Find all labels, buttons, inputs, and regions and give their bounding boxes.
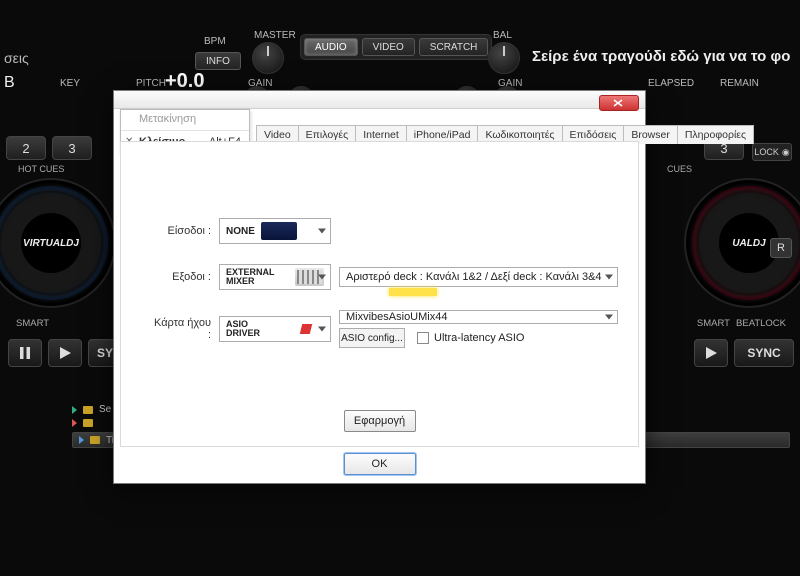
outputs-combo[interactable]: EXTERNAL MIXER [219, 264, 331, 290]
hotcue-2[interactable]: 2 [6, 136, 46, 160]
smart-right-label: SMART [697, 318, 730, 329]
hotcue-3[interactable]: 3 [52, 136, 92, 160]
hotcue-row-left: 2 3 [6, 136, 92, 160]
arrow-icon [72, 406, 77, 414]
chevron-down-icon [318, 229, 326, 234]
smart-left-label: SMART [16, 318, 49, 329]
settings-dialog: Μετακίνηση ✕ Κλείσιμο Alt+F4 Video Επιλο… [113, 90, 646, 484]
play-button-left[interactable] [48, 339, 82, 367]
chevron-down-icon [318, 327, 326, 332]
apply-button[interactable]: Εφαρμογή [344, 410, 416, 432]
balance-knob[interactable] [488, 42, 520, 74]
drag-track-message: Σείρε ένα τραγούδι εδώ για να το φο [532, 48, 796, 65]
arrow-icon [72, 419, 77, 427]
audio-tab[interactable]: AUDIO [304, 38, 358, 56]
sysmenu-move[interactable]: Μετακίνηση [121, 110, 249, 128]
inputs-row: Είσοδοι : NONE [151, 218, 618, 244]
browser-row-1[interactable]: Se [72, 404, 111, 415]
outputs-label: Εξοδοι : [151, 271, 211, 283]
cues-right-label: CUES [667, 164, 692, 174]
scratch-tab[interactable]: SCRATCH [419, 38, 489, 56]
tab-info[interactable]: Πληροφορίες [677, 125, 754, 144]
pitch-label: PITCH [136, 78, 166, 89]
soundcard-combo[interactable]: ASIO DRIVER [219, 316, 331, 342]
ok-button[interactable]: OK [344, 453, 416, 475]
folder-icon [90, 436, 100, 444]
browser-row-2[interactable] [72, 419, 111, 427]
bal-label: BAL [493, 30, 512, 41]
menu-separator [121, 130, 249, 131]
r-button[interactable]: R [770, 238, 792, 258]
close-button[interactable] [599, 95, 639, 111]
browser-tree: Se [72, 404, 111, 427]
chevron-down-icon [318, 275, 326, 280]
jog-wheel-left[interactable]: VIRTUALDJ [0, 178, 116, 308]
hotcues-label: HOT CUES [18, 164, 64, 174]
soundcard-label: Κάρτα ήχου : [151, 317, 211, 341]
master-label: MASTER [254, 30, 296, 41]
ultra-latency-checkbox[interactable] [417, 332, 429, 344]
video-tab[interactable]: VIDEO [362, 38, 415, 56]
pause-button-left[interactable] [8, 339, 42, 367]
folder-icon [83, 419, 93, 427]
chevron-down-icon [605, 315, 613, 320]
chevron-down-icon [605, 275, 613, 280]
pause-icon [19, 347, 31, 359]
sound-setup-panel: Είσοδοι : NONE Εξοδοι : EXTERNAL MIXER Α… [120, 141, 639, 447]
master-knob[interactable] [252, 42, 284, 74]
outputs-routing-combo[interactable]: Αριστερό deck : Κανάλι 1&2 / Δεξί deck :… [339, 267, 618, 287]
inputs-label: Είσοδοι : [151, 225, 211, 237]
remain-label: REMAIN [720, 78, 759, 89]
transport-right: SYNC [694, 338, 794, 368]
info-button[interactable]: INFO [195, 52, 241, 70]
outputs-row: Εξοδοι : EXTERNAL MIXER Αριστερό deck : … [151, 264, 618, 290]
soundcard-device-combo[interactable]: MixvibesAsioUMix44 [339, 310, 618, 324]
sync-button-right[interactable]: SYNC [734, 339, 794, 367]
mode-tab-group: AUDIO VIDEO SCRATCH [300, 34, 492, 60]
key-label: KEY [60, 78, 80, 89]
jog-brand-left: VIRTUALDJ [21, 213, 81, 273]
deck-sigma-label: σεις [4, 50, 29, 66]
ultra-latency-label: Ultra-latency ASIO [434, 332, 524, 344]
inputs-combo[interactable]: NONE [219, 218, 331, 244]
elapsed-label: ELAPSED [648, 78, 694, 89]
soundcard-row: Κάρτα ήχου : ASIO DRIVER MixvibesAsioUMi… [151, 310, 618, 348]
lock-button[interactable]: LOCK◉ [752, 143, 792, 161]
deck-b-label: B [4, 74, 15, 92]
play-icon [59, 347, 71, 359]
arrow-icon [79, 436, 84, 444]
beatlock-label: BEATLOCK [736, 318, 786, 329]
asio-config-button[interactable]: ASIO config... [339, 328, 405, 348]
close-icon [613, 99, 625, 107]
play-button-right[interactable] [694, 339, 728, 367]
bpm-label: BPM [204, 36, 226, 47]
transport-left: SY [8, 338, 122, 368]
highlight-marker [389, 288, 437, 296]
dialog-titlebar[interactable] [114, 91, 645, 109]
folder-icon [83, 406, 93, 414]
inputs-thumb-icon [261, 222, 297, 240]
play-icon [705, 347, 717, 359]
